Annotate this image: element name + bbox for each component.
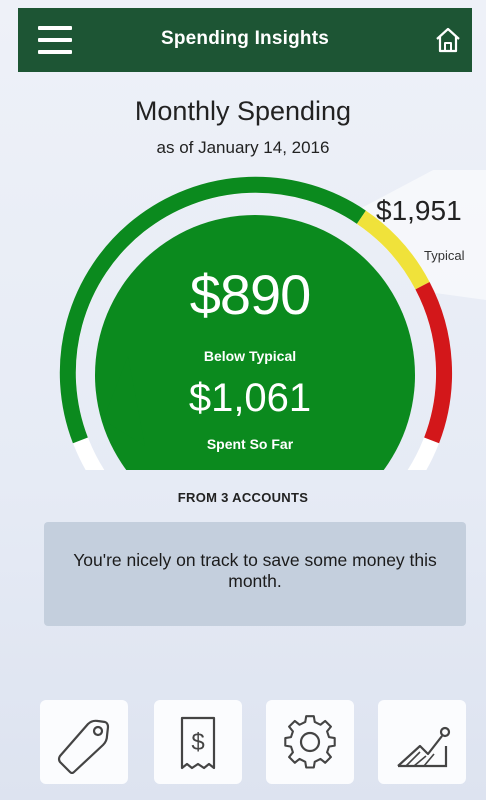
trends-button[interactable] <box>378 700 466 784</box>
spent-label: Spent So Far <box>206 436 294 452</box>
home-button[interactable] <box>434 26 462 54</box>
settings-button[interactable] <box>266 700 354 784</box>
below-typical-label: Below Typical <box>203 348 297 364</box>
insight-message: You're nicely on track to save some mone… <box>73 550 437 591</box>
gauge-red-arc <box>415 281 453 444</box>
home-icon <box>436 27 460 53</box>
top-bar: Spending Insights <box>18 8 472 72</box>
typical-amount: $1,951 <box>376 195 462 226</box>
as-of-date: as of January 14, 2016 <box>156 138 330 157</box>
svg-text:$: $ <box>191 729 204 756</box>
spent-amount: $1,061 <box>188 376 312 420</box>
insight-message-box: You're nicely on track to save some mone… <box>44 522 466 626</box>
page-title: Spending Insights <box>160 28 330 49</box>
transactions-button[interactable]: $ <box>154 700 242 784</box>
tags-button[interactable] <box>40 700 128 784</box>
below-typical-amount: $890 <box>189 263 312 326</box>
summary-title: Monthly Spending <box>134 96 352 126</box>
gear-icon <box>284 715 336 769</box>
chart-trend-icon <box>397 726 451 768</box>
receipt-icon: $ <box>180 716 216 770</box>
tag-icon <box>57 719 110 774</box>
accounts-count: FROM 3 ACCOUNTS <box>177 490 309 505</box>
typical-label: Typical <box>424 248 465 263</box>
